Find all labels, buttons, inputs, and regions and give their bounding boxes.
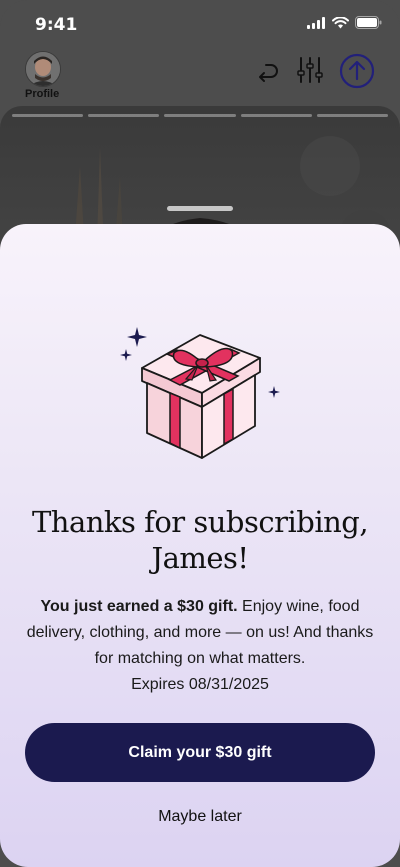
bottom-sheet: Thanks for subscribing, James! You just … [0,224,400,867]
upload-arrow-icon[interactable] [339,53,375,89]
gift-icon [120,327,280,459]
title-line-1: Thanks for subscribing, [31,505,369,539]
expiry-text: Expires 08/31/2025 [131,676,269,693]
wifi-icon [332,16,349,28]
avatar-portrait [26,52,60,86]
title-line-2: James! [151,541,249,575]
status-time: 9:41 [35,15,78,35]
profile-label: Profile [25,88,60,100]
status-icons [307,16,382,29]
avatar[interactable] [25,51,61,87]
sparkle-icon [127,327,147,347]
signal-icon [307,16,325,29]
body-highlight: You just earned a $30 gift. [40,598,238,615]
filter-icon[interactable] [297,56,323,84]
sheet-title: Thanks for subscribing, James! [0,504,400,576]
top-nav: Profile [0,48,400,104]
sparkle-icon [268,386,280,398]
claim-gift-button[interactable]: Claim your $30 gift [25,723,375,782]
sheet-body: You just earned a $30 gift. Enjoy wine, … [20,594,380,698]
drag-handle[interactable] [167,206,233,211]
maybe-later-button[interactable]: Maybe later [0,808,400,826]
sparkle-icon [120,349,132,361]
battery-icon [355,16,382,29]
app-screen: 9:41 Profile Thanks for subscribing, Jam… [0,0,400,867]
undo-icon[interactable] [255,60,281,84]
status-bar: 9:41 [0,0,400,50]
